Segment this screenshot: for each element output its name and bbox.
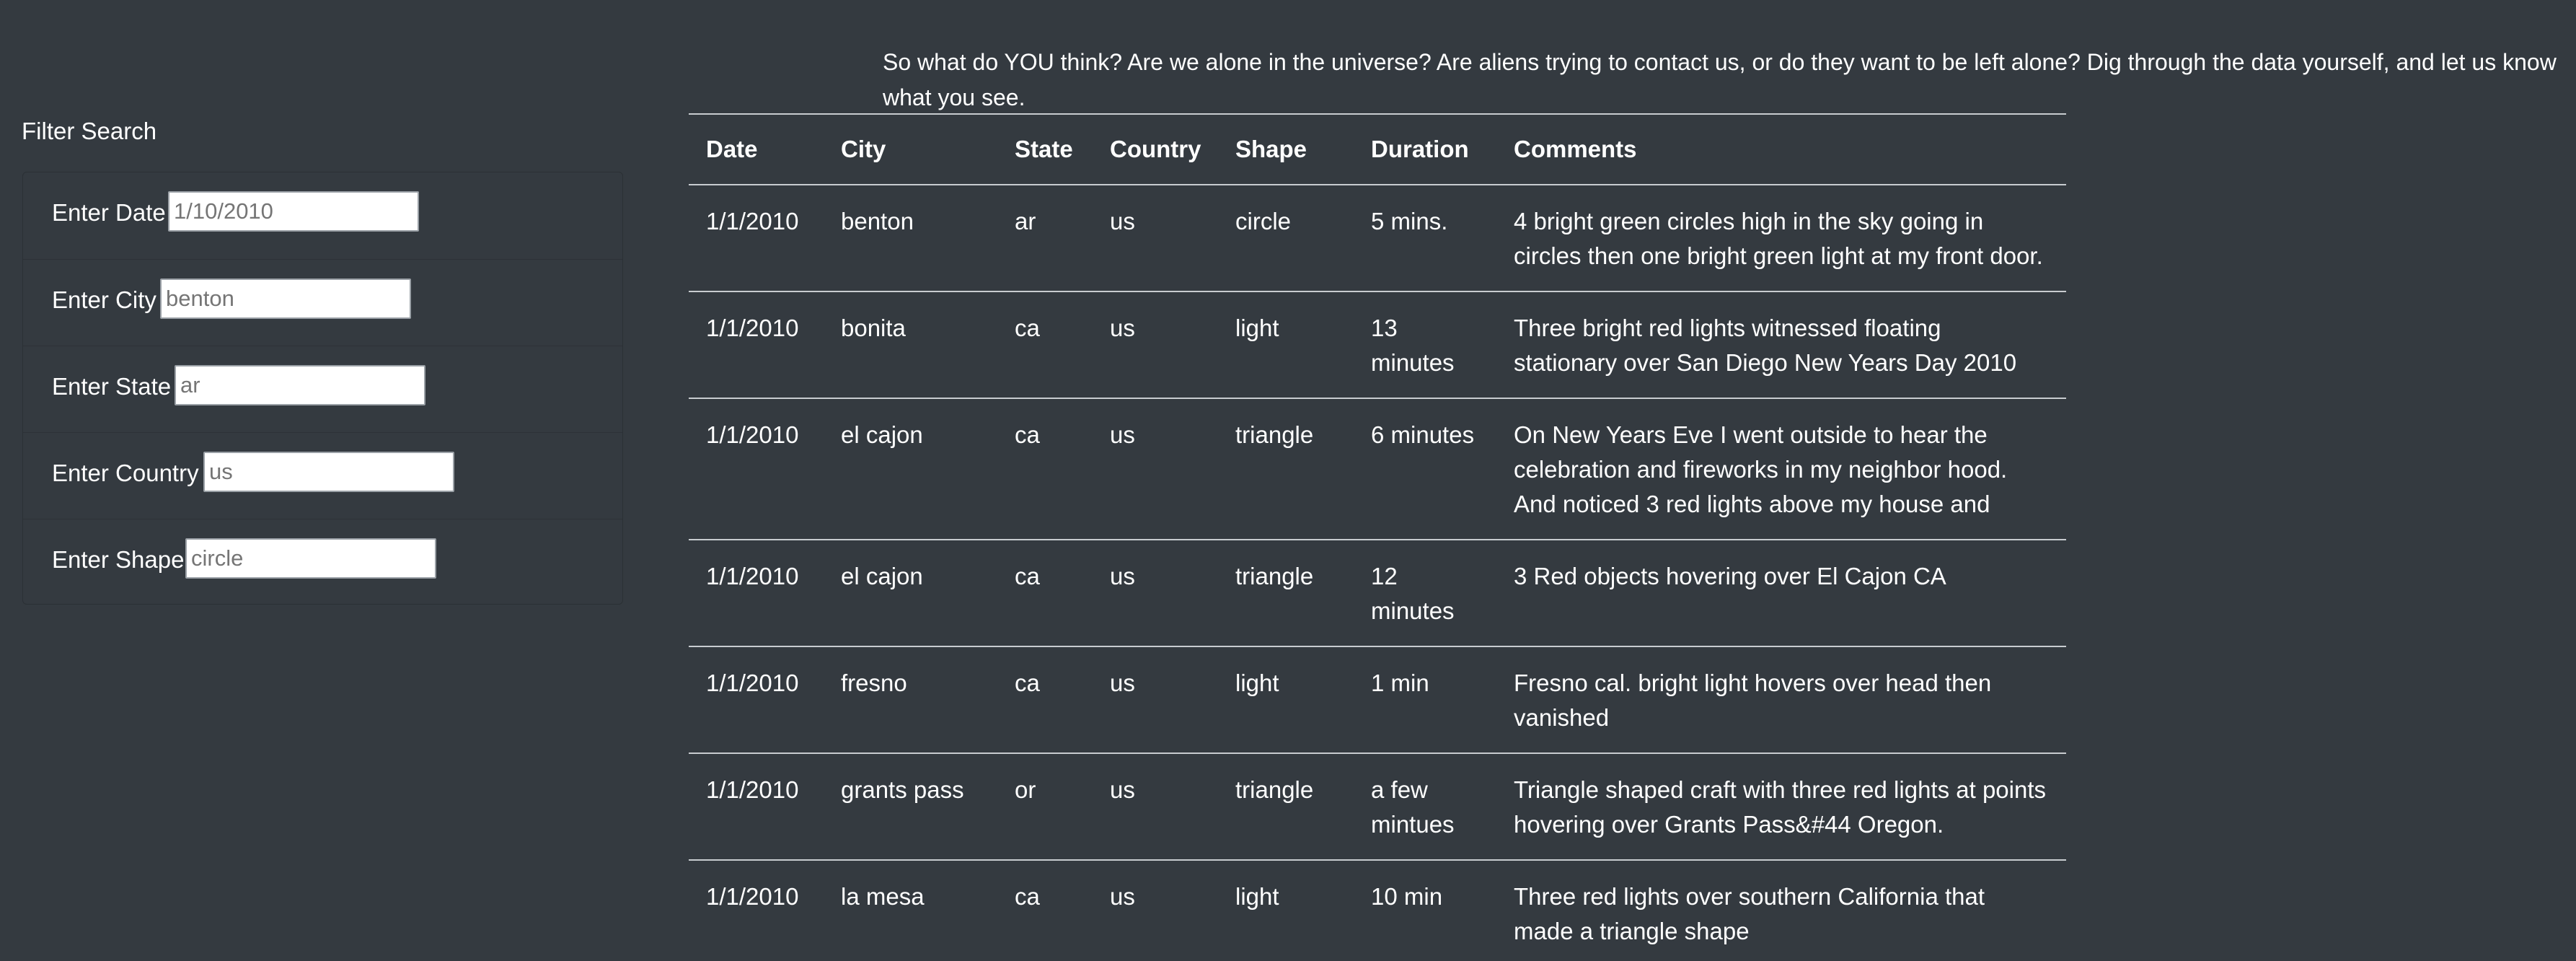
table-row: 1/1/2010 el cajon ca us triangle 12 minu… xyxy=(689,540,2066,647)
state-label: Enter State xyxy=(52,373,172,400)
header-row: Date City State Country Shape Duration C… xyxy=(689,113,2066,185)
header-country: Country xyxy=(1093,113,1218,185)
cell-date: 1/1/2010 xyxy=(689,860,824,961)
cell-comments: 4 bright green circles high in the sky g… xyxy=(1496,185,2066,292)
cell-duration: 12 minutes xyxy=(1354,540,1496,647)
header-date: Date xyxy=(689,113,824,185)
cell-city: benton xyxy=(824,185,997,292)
cell-shape: light xyxy=(1218,860,1354,961)
cell-city: grants pass xyxy=(824,753,997,861)
table-body: 1/1/2010 benton ar us circle 5 mins. 4 b… xyxy=(689,185,2066,961)
comment-text: Three red lights over southern Californi… xyxy=(1514,883,1985,944)
state-input[interactable] xyxy=(175,365,425,405)
cell-comments: Fresno cal. bright light hovers over hea… xyxy=(1496,646,2066,754)
header-city: City xyxy=(824,113,997,185)
cell-state: ca xyxy=(997,291,1093,399)
date-input[interactable] xyxy=(168,191,419,232)
comment-text: 4 bright green circles high in the sky g… xyxy=(1514,208,2043,269)
filter-panel: Enter Date Enter City Enter State Enter … xyxy=(22,172,623,605)
cell-shape: triangle xyxy=(1218,540,1354,647)
cell-city: bonita xyxy=(824,291,997,399)
table-header: Date City State Country Shape Duration C… xyxy=(689,113,2066,185)
table-row: 1/1/2010 benton ar us circle 5 mins. 4 b… xyxy=(689,185,2066,292)
table-row: 1/1/2010 la mesa ca us light 10 min Thre… xyxy=(689,860,2066,961)
comment-text: 3 Red objects hovering over El Cajon CA xyxy=(1514,563,1946,589)
date-label: Enter Date xyxy=(52,199,166,226)
comment-text: Fresno cal. bright light hovers over hea… xyxy=(1514,670,1992,731)
comment-text: Three bright red lights witnessed floati… xyxy=(1514,315,2017,376)
cell-state: ar xyxy=(997,185,1093,292)
cell-country: us xyxy=(1093,185,1218,292)
cell-city: el cajon xyxy=(824,540,997,647)
cell-comments: Three red lights over southern Californi… xyxy=(1496,860,2066,961)
cell-comments: On New Years Eve I went outside to hear … xyxy=(1496,398,2066,540)
page: So what do YOU think? Are we alone in th… xyxy=(0,0,2576,961)
cell-date: 1/1/2010 xyxy=(689,291,824,399)
intro-text: So what do YOU think? Are we alone in th… xyxy=(883,49,2557,110)
shape-input[interactable] xyxy=(185,538,436,579)
cell-state: ca xyxy=(997,646,1093,754)
city-label: Enter City xyxy=(52,286,156,313)
shape-label: Enter Shape xyxy=(52,546,185,573)
cell-duration: 5 mins. xyxy=(1354,185,1496,292)
cell-shape: light xyxy=(1218,646,1354,754)
cell-city: fresno xyxy=(824,646,997,754)
cell-duration: 6 minutes xyxy=(1354,398,1496,540)
ufo-sightings-table: Date City State Country Shape Duration C… xyxy=(689,113,2066,961)
filter-item-shape: Enter Shape xyxy=(23,519,622,605)
filter-search-title: Filter Search xyxy=(22,118,157,144)
cell-date: 1/1/2010 xyxy=(689,753,824,861)
ufo-table-container: Date City State Country Shape Duration C… xyxy=(689,113,2066,961)
filter-item-city: Enter City xyxy=(23,259,622,346)
header-shape: Shape xyxy=(1218,113,1354,185)
cell-date: 1/1/2010 xyxy=(689,540,824,647)
table-row: 1/1/2010 fresno ca us light 1 min Fresno… xyxy=(689,646,2066,754)
header-state: State xyxy=(997,113,1093,185)
cell-comments: Triangle shaped craft with three red lig… xyxy=(1496,753,2066,861)
cell-date: 1/1/2010 xyxy=(689,185,824,292)
cell-city: la mesa xyxy=(824,860,997,961)
table-row: 1/1/2010 grants pass or us triangle a fe… xyxy=(689,753,2066,861)
cell-comments: Three bright red lights witnessed floati… xyxy=(1496,291,2066,399)
country-input[interactable] xyxy=(203,452,454,492)
cell-country: us xyxy=(1093,291,1218,399)
cell-country: us xyxy=(1093,540,1218,647)
cell-shape: light xyxy=(1218,291,1354,399)
cell-duration: 13 minutes xyxy=(1354,291,1496,399)
cell-state: ca xyxy=(997,398,1093,540)
cell-city: el cajon xyxy=(824,398,997,540)
cell-duration: 1 min xyxy=(1354,646,1496,754)
cell-state: or xyxy=(997,753,1093,861)
cell-date: 1/1/2010 xyxy=(689,646,824,754)
cell-comments: 3 Red objects hovering over El Cajon CA xyxy=(1496,540,2066,647)
cell-country: us xyxy=(1093,398,1218,540)
cell-state: ca xyxy=(997,860,1093,961)
cell-date: 1/1/2010 xyxy=(689,398,824,540)
cell-country: us xyxy=(1093,753,1218,861)
city-input[interactable] xyxy=(160,278,411,319)
cell-shape: triangle xyxy=(1218,398,1354,540)
filter-item-state: Enter State xyxy=(23,346,622,432)
comment-text: Triangle shaped craft with three red lig… xyxy=(1514,776,2047,838)
filter-item-date: Enter Date xyxy=(23,172,622,259)
header-comments: Comments xyxy=(1496,113,2066,185)
country-label: Enter Country xyxy=(52,460,199,486)
cell-duration: a few mintues xyxy=(1354,753,1496,861)
cell-state: ca xyxy=(997,540,1093,647)
table-row: 1/1/2010 bonita ca us light 13 minutes T… xyxy=(689,291,2066,399)
cell-country: us xyxy=(1093,646,1218,754)
filter-item-country: Enter Country xyxy=(23,432,622,519)
table-row: 1/1/2010 el cajon ca us triangle 6 minut… xyxy=(689,398,2066,540)
header-duration: Duration xyxy=(1354,113,1496,185)
cell-shape: triangle xyxy=(1218,753,1354,861)
comment-text: On New Years Eve I went outside to hear … xyxy=(1514,421,2008,517)
cell-duration: 10 min xyxy=(1354,860,1496,961)
cell-country: us xyxy=(1093,860,1218,961)
cell-shape: circle xyxy=(1218,185,1354,292)
